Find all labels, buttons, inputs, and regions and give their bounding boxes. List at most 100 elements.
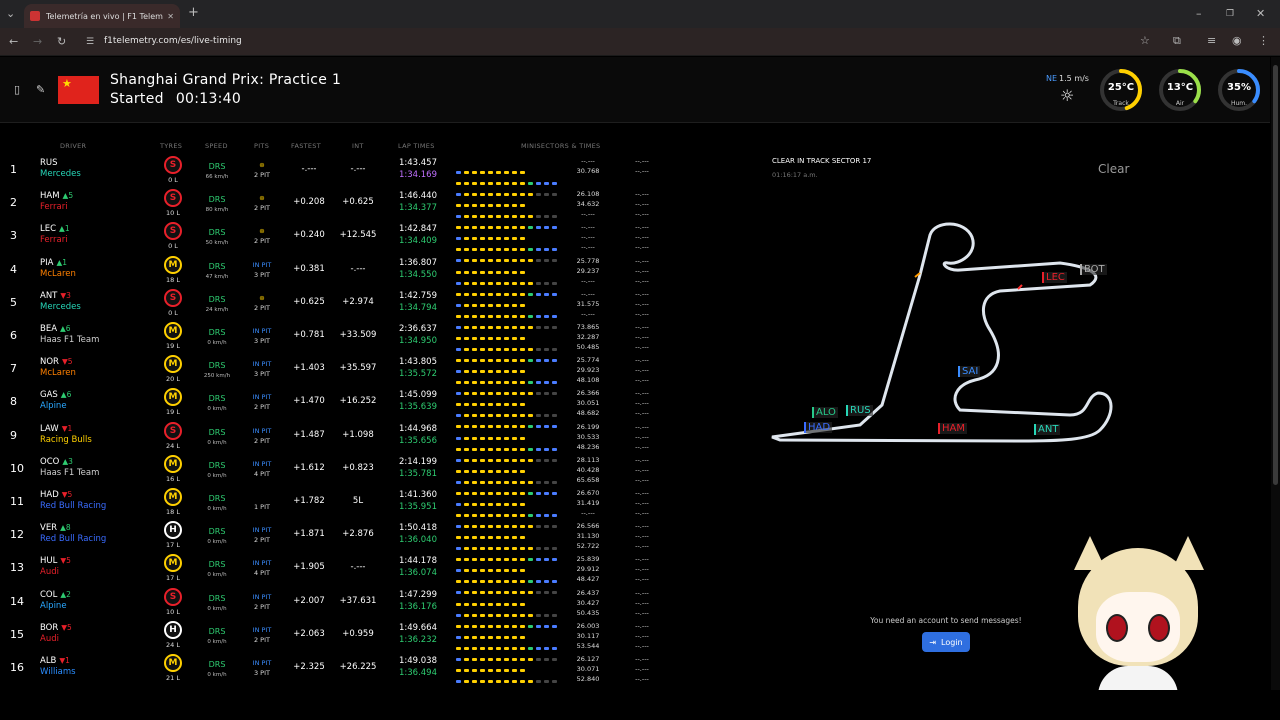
driver-abbr: BOR (40, 622, 59, 633)
table-row[interactable]: 11 HAD ▼5 Red Bull Racing M 18 L DRS 0 km/h 1 PI… (0, 487, 660, 528)
personal-time-2: --.--- (635, 432, 649, 441)
bookmark-star-icon[interactable]: ☆ (1140, 35, 1150, 47)
media-icon[interactable]: ≡ (1207, 35, 1216, 47)
edit-pencil-icon[interactable]: ✎ (36, 84, 45, 96)
interval: +12.545 (339, 230, 377, 241)
position: 3 (10, 229, 17, 243)
best-lap-time: 1:35.781 (398, 468, 437, 479)
personal-time-3: --.--- (635, 641, 649, 650)
driver-abbr: RUS (40, 158, 58, 168)
sector-time-2: 31.575 (576, 299, 600, 308)
url-field[interactable]: f1telemetry.com/es/live-timing (104, 36, 242, 46)
pit-status: IN PIT (252, 559, 272, 568)
sector-time-3: 48.236 (576, 442, 600, 451)
position-change: ▲3 (62, 456, 73, 466)
car-label-rus[interactable]: RUS (846, 405, 873, 416)
profile-avatar[interactable]: ◉ (1232, 35, 1242, 47)
table-row[interactable]: 15 BOR ▼5 Audi H 24 L DRS 0 km/h IN PIT 2 PIT +2.0… (0, 620, 660, 661)
table-row[interactable]: 2 HAM ▲5 Ferrari S 10 L DRS 80 km/h ⊛ 2 PIT +0.208… (0, 188, 660, 230)
table-row[interactable]: 4 PIA ▲1 McLaren M 18 L DRS 47 km/h IN PIT 3 PIT +… (0, 255, 660, 296)
personal-time-3: --.--- (635, 542, 649, 551)
table-row[interactable]: 3 LEC ▲1 Ferrari S 0 L DRS 50 km/h ⊛ 2 PIT +0.240 +… (0, 221, 660, 263)
minimize-icon[interactable]: – (1196, 8, 1202, 20)
interval: +37.631 (339, 595, 377, 606)
session-status-line: Started 00:13:40 (110, 91, 241, 107)
session-timer: 00:13:40 (175, 91, 242, 107)
tab-search-icon[interactable]: ⌄ (6, 8, 15, 20)
table-row[interactable]: 1 RUS Mercedes S 0 L DRS 66 km/h ⊛ 2 PIT -.--- -.-… (0, 155, 660, 196)
drs-indicator: DRS (208, 294, 226, 304)
table-row[interactable]: 14 COL ▲2 Alpine S 10 L DRS 0 km/h IN PIT 2 PIT +2… (0, 587, 660, 628)
position: 13 (10, 561, 24, 575)
driver-abbr: PIA (40, 257, 54, 268)
minisectors-row-1 (456, 292, 566, 307)
table-row[interactable]: 10 OCO ▲3 Haas F1 Team M 16 L DRS 0 km/h IN PIT 4… (0, 454, 660, 495)
fastest-gap: +0.781 (293, 330, 325, 340)
minisectors-row-1 (456, 259, 566, 274)
driver-code: LAW ▼1 (40, 424, 72, 434)
personal-time-2: --.--- (635, 167, 649, 175)
car-label-lec[interactable]: LEC (1042, 272, 1067, 283)
pit-status: ⊛ (259, 293, 265, 302)
interval: -.--- (350, 263, 366, 274)
car-label-had[interactable]: HAD (804, 422, 833, 433)
login-button[interactable]: ⇥ Login (922, 632, 970, 652)
new-tab-button[interactable]: + (188, 6, 199, 19)
best-lap-time: 1:34.169 (398, 170, 437, 180)
tab-close-icon[interactable]: ✕ (167, 12, 174, 21)
sector-time-3: --.--- (581, 243, 595, 252)
car-label-ham[interactable]: HAM (938, 423, 967, 434)
personal-time-3: --.--- (635, 343, 649, 351)
table-row[interactable]: 13 HUL ▼5 Audi M 17 L DRS 0 km/h IN PIT 4 PIT +1.9… (0, 553, 660, 595)
site-info-icon[interactable]: ☰ (86, 36, 94, 48)
pit-count: 4 PIT (253, 469, 270, 478)
reload-icon[interactable]: ↻ (57, 36, 66, 48)
minisectors-row-2 (456, 203, 566, 219)
table-row[interactable]: 12 VER ▲8 Red Bull Racing H 17 L DRS 0 km/h IN P… (0, 520, 660, 562)
minisectors-row-1 (456, 391, 566, 407)
pit-count: 2 PIT (253, 171, 270, 179)
driver-abbr: GAS (40, 390, 58, 401)
pit-status: ⊛ (259, 194, 265, 203)
table-row[interactable]: 6 BEA ▲6 Haas F1 Team M 19 L DRS 0 km/h IN PIT 3 … (0, 321, 660, 362)
menu-icon[interactable]: ⋮ (1258, 35, 1269, 47)
page-scrollbar[interactable] (1271, 57, 1280, 697)
driver-code: HUL ▼5 (40, 556, 71, 566)
personal-time-3: --.--- (635, 675, 649, 683)
restore-icon[interactable]: ❐ (1226, 8, 1234, 20)
car-label-ant[interactable]: ANT (1034, 424, 1061, 435)
forward-icon[interactable]: → (33, 36, 42, 48)
back-icon[interactable]: ← (9, 36, 18, 48)
sector-time-3: 48.427 (576, 575, 600, 584)
sector-time-3: --.--- (581, 509, 595, 517)
pit-status: IN PIT (252, 393, 272, 402)
table-row[interactable]: 8 GAS ▲6 Alpine M 19 L DRS 0 km/h IN PIT 2 PIT +1.… (0, 387, 660, 429)
table-row[interactable]: 16 ALB ▼1 Williams M 21 L DRS 0 km/h IN PIT 3 PIT… (0, 653, 660, 694)
extensions-icon[interactable]: ⧉ (1173, 35, 1181, 47)
login-icon: ⇥ (929, 637, 937, 647)
table-row[interactable]: 9 LAW ▼1 Racing Bulls S 24 L DRS 0 km/h IN PIT 2 … (0, 421, 660, 462)
table-row[interactable]: 7 NOR ▼5 McLaren M 20 L DRS 250 km/h IN PIT 3 PIT… (0, 354, 660, 396)
minisectors-row-3 (456, 314, 566, 329)
sidebar-toggle-icon[interactable]: ▯ (14, 84, 20, 96)
minisectors-row-1 (456, 491, 566, 506)
minisectors-row-1 (456, 192, 566, 208)
personal-time-3: --.--- (635, 210, 649, 219)
car-label-bot[interactable]: BOT (1080, 264, 1107, 275)
sector-time-2: 30.533 (576, 432, 600, 441)
session-title: Shanghai Grand Prix: Practice 1 (110, 72, 342, 88)
car-label-sai[interactable]: SAI (958, 366, 981, 377)
tyre-laps: 17 L (166, 574, 180, 583)
close-window-icon[interactable]: ✕ (1256, 8, 1265, 20)
scrollbar-thumb[interactable] (1273, 65, 1278, 485)
minisectors-row-2 (456, 402, 566, 418)
sector-time-1: 26.199 (576, 422, 600, 431)
minisectors-row-3 (456, 380, 566, 396)
tyre-laps: 10 L (166, 607, 180, 616)
browser-tab[interactable]: Telemetría en vivo | F1 Telemetry ✕ (24, 4, 180, 28)
minisectors-row-2 (456, 336, 566, 351)
minisectors-row-2 (456, 469, 566, 484)
car-label-alo[interactable]: ALO (812, 407, 838, 418)
personal-time-3: --.--- (635, 608, 649, 617)
table-row[interactable]: 5 ANT ▼3 Mercedes S 0 L DRS 24 km/h ⊛ 2 PIT +0.625… (0, 288, 660, 329)
